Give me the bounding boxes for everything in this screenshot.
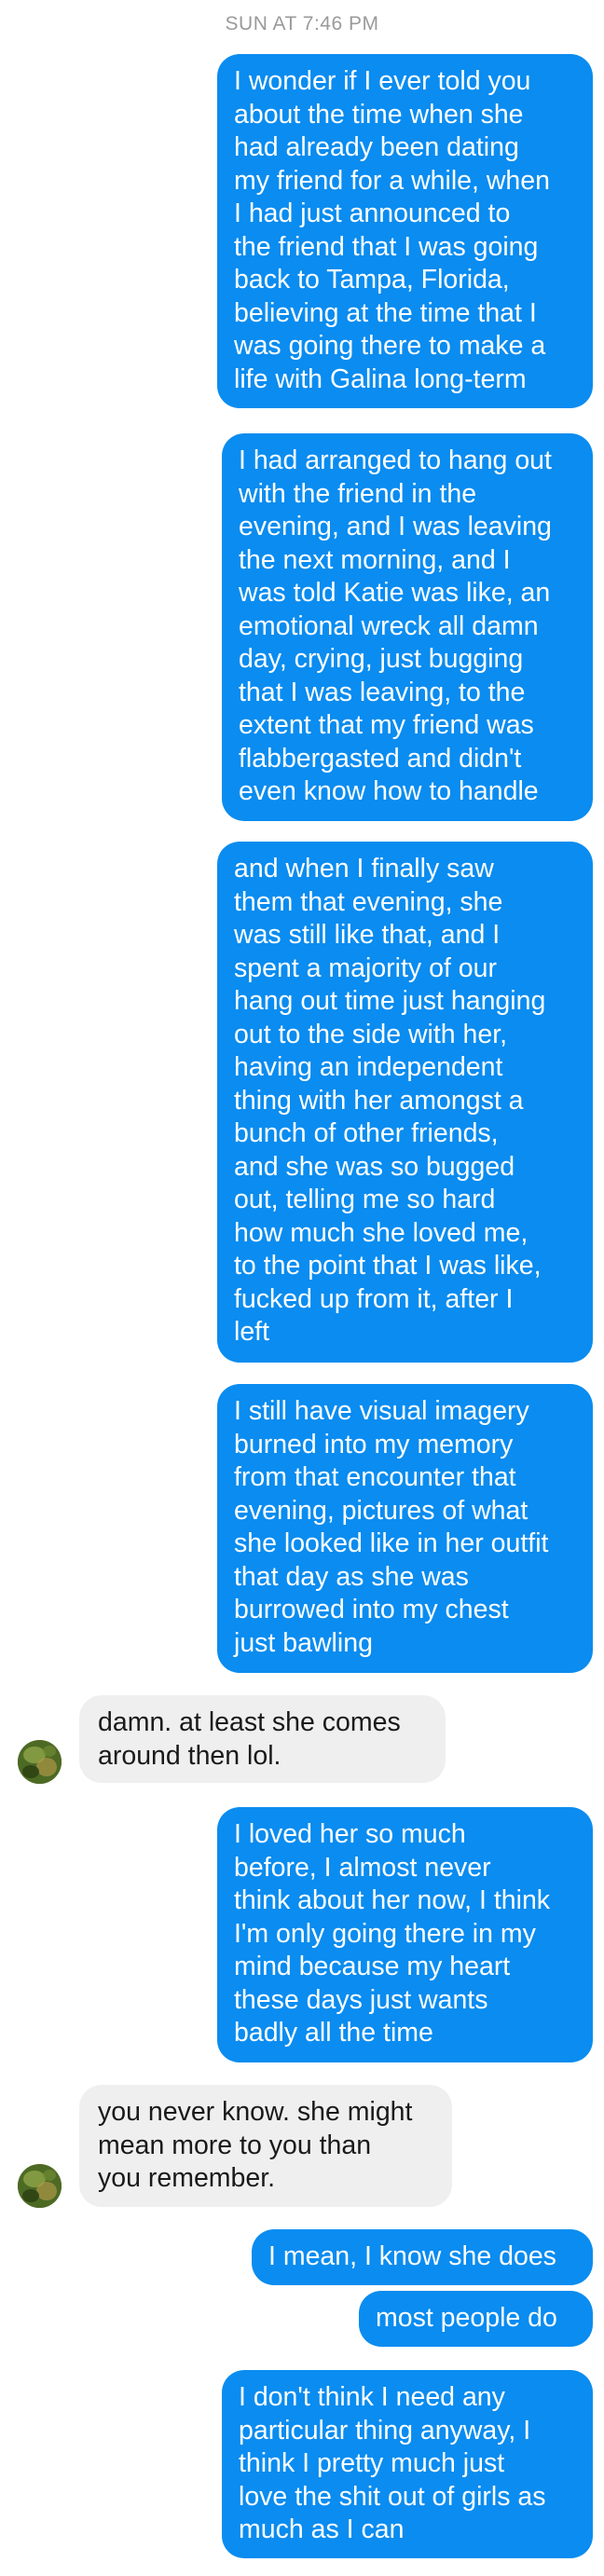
outgoing-message-bubble[interactable]: most people do: [359, 2291, 593, 2347]
outgoing-message-bubble[interactable]: and when I finally saw them that evening…: [217, 842, 593, 1363]
contact-avatar-photo-icon: [18, 2164, 62, 2208]
contact-avatar[interactable]: [18, 2164, 62, 2208]
incoming-message-bubble[interactable]: damn. at least she comes around then lol…: [79, 1695, 446, 1783]
outgoing-message-bubble[interactable]: I don't think I need any particular thin…: [222, 2370, 593, 2558]
incoming-message-bubble[interactable]: you never know. she might mean more to y…: [79, 2085, 452, 2207]
contact-avatar[interactable]: [18, 1740, 62, 1784]
outgoing-message-bubble[interactable]: I mean, I know she does: [252, 2229, 593, 2285]
outgoing-message-bubble[interactable]: I still have visual imagery burned into …: [217, 1384, 593, 1673]
conversation-timestamp: SUN AT 7:46 PM: [225, 13, 379, 34]
outgoing-message-bubble[interactable]: I wonder if I ever told you about the ti…: [217, 54, 593, 408]
contact-avatar-photo-icon: [18, 1740, 62, 1784]
outgoing-message-bubble[interactable]: I loved her so much before, I almost nev…: [217, 1807, 593, 2062]
outgoing-message-bubble[interactable]: I had arranged to hang out with the frie…: [222, 433, 593, 821]
